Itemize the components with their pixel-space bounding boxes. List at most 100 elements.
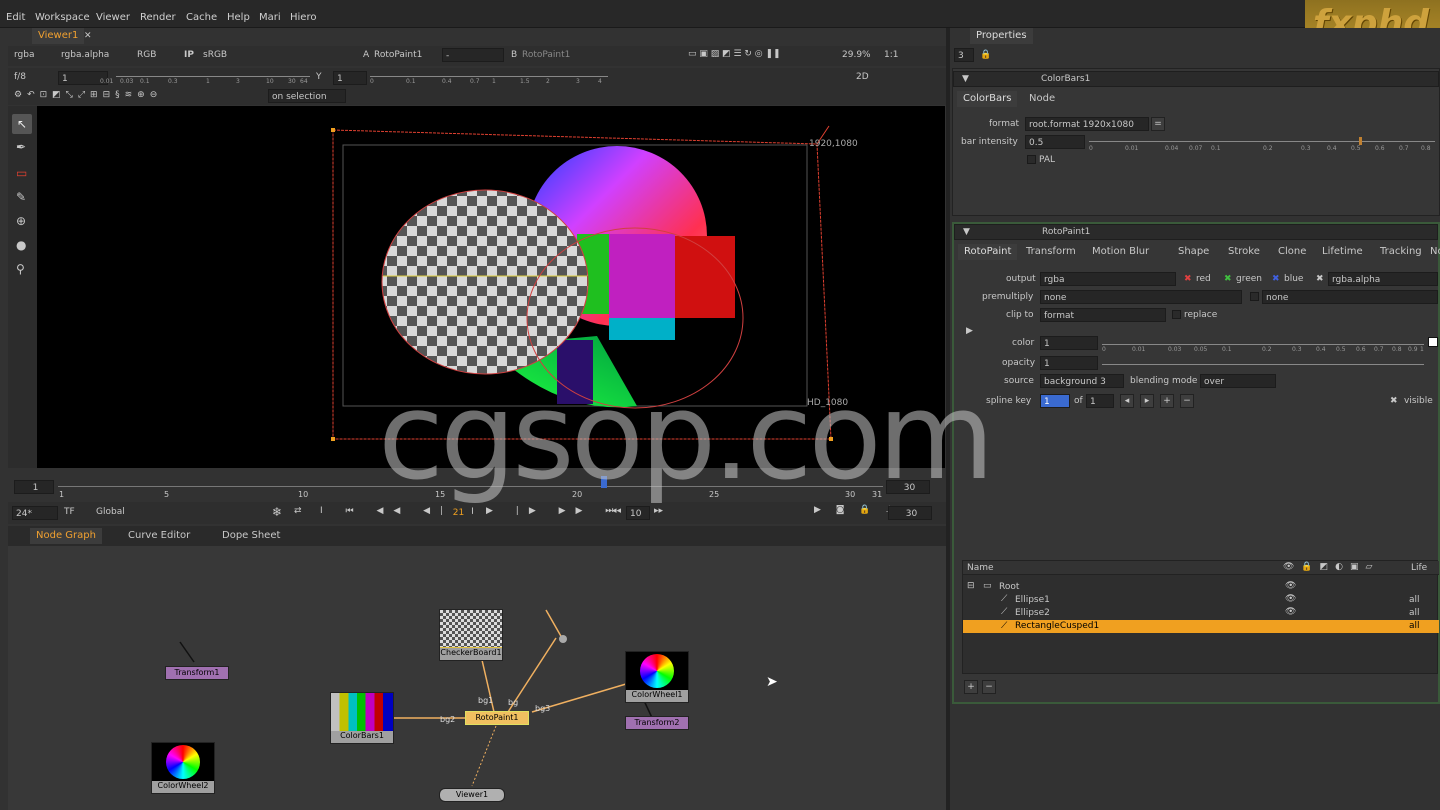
color-swatch[interactable] [1428,337,1438,347]
rectangle-tool-icon[interactable]: ▭ [16,166,27,180]
opacity-slider[interactable] [1102,364,1424,365]
gain-slider[interactable] [116,76,310,77]
tab-tracking[interactable]: Tracking [1374,244,1428,260]
menu-workspace[interactable]: Workspace [35,12,90,23]
remove-layer-button[interactable]: − [982,680,996,694]
node-colorbars1[interactable]: ColorBars1 [330,692,394,744]
current-frame-field[interactable]: 21 [442,506,472,520]
input-a-select[interactable]: RotoPaint1 [374,50,422,60]
end-frame-field[interactable]: 30 [888,506,932,520]
spline-key-field[interactable]: 1 [1040,394,1070,408]
close-icon[interactable]: ✕ [84,31,92,41]
select-tool-icon[interactable]: ↖ [12,114,32,134]
blur-tool-icon[interactable]: ● [16,238,26,252]
dodge-tool-icon[interactable]: ⚲ [16,262,25,276]
node-viewer1[interactable]: Viewer1 [439,788,505,802]
tab-transform[interactable]: Transform [1020,244,1082,260]
prev-key-icon[interactable]: ◂ [1120,394,1134,408]
source-select[interactable]: background 3 [1040,374,1124,388]
step-back-icon[interactable]: ◂◂ [612,506,621,516]
tab-stroke[interactable]: Stroke [1222,244,1266,260]
roto-tool-icons[interactable]: ⚙↶⊡◩⤡⤢⊞⊟§≋⊕⊖ [14,90,162,100]
eye-icon[interactable]: 👁 [1285,607,1296,617]
node-colorwheel1[interactable]: ColorWheel1 [625,651,689,703]
node-name-field[interactable]: ColorBars1 [1038,72,1338,86]
on-selection-select[interactable]: on selection [268,89,346,103]
loop-icon[interactable]: ⇄ [294,506,302,516]
blending-mode-select[interactable]: over [1200,374,1276,388]
fstop-label[interactable]: f/8 [14,72,26,82]
layer-row-rectanglecusped1[interactable]: ⟋ RectangleCusped1 all [963,620,1439,633]
node-checkerboard1[interactable]: CheckerBoard1 [439,609,503,661]
pal-checkbox[interactable] [1027,155,1036,164]
opacity-field[interactable]: 1 [1040,356,1098,370]
tab-node[interactable]: Node [1023,91,1061,107]
gamma-slider[interactable] [370,76,608,77]
green-check-icon[interactable]: ✖ [1224,274,1232,284]
step-field[interactable]: 10 [626,506,650,520]
tf-select[interactable]: TF [64,507,75,517]
tab-motion-blur[interactable]: Motion Blur [1086,244,1155,260]
node-colorwheel2[interactable]: ColorWheel2 [151,742,215,794]
tab-dope-sheet[interactable]: Dope Sheet [216,528,286,544]
tab-curve-editor[interactable]: Curve Editor [122,528,196,544]
alpha-select[interactable]: rgba.alpha [1328,272,1438,286]
ratio-select[interactable]: 1:1 [884,50,898,60]
global-select[interactable]: Global [96,507,125,517]
premultiply-select[interactable]: none [1040,290,1242,304]
tab-rotopaint[interactable]: RotoPaint [958,244,1018,260]
menu-hiero[interactable]: Hiero [290,12,316,23]
snowflake-icon[interactable]: ❄ [272,505,282,519]
brush-tool-icon[interactable]: ✎ [16,190,26,204]
node-name-field[interactable]: RotoPaint1 [1039,225,1339,239]
menu-viewer[interactable]: Viewer [96,12,130,23]
tab-node-graph[interactable]: Node Graph [30,528,102,544]
color-field[interactable]: 1 [1040,336,1098,350]
premultiply-invert-checkbox[interactable] [1250,292,1259,301]
channels-select[interactable]: rgba [14,50,34,60]
output-select[interactable]: rgba [1040,272,1176,286]
ip-button[interactable]: IP [184,50,194,60]
tab-colorbars[interactable]: ColorBars [957,91,1018,107]
node-transform2[interactable]: Transform2 [625,716,689,730]
gamma-field[interactable]: 1 [333,71,367,85]
remove-key-icon[interactable]: − [1180,394,1194,408]
layer-row-ellipse2[interactable]: ⟋ Ellipse2 👁 all [963,607,1439,619]
colorspace-select[interactable]: RGB [137,50,156,60]
menu-edit[interactable]: Edit [6,12,25,23]
alpha-check-icon[interactable]: ✖ [1316,274,1324,284]
pen-tool-icon[interactable]: ✒ [16,140,26,154]
node-graph[interactable]: Transform1 CheckerBoard1 ColorWheel1 Tra… [8,546,946,810]
layer-row-root[interactable]: ⊟ ▭ Root 👁 [963,581,1439,593]
format-edit-button[interactable]: = [1151,117,1165,131]
tab-shape[interactable]: Shape [1172,244,1215,260]
red-check-icon[interactable]: ✖ [1184,274,1192,284]
input-b-select[interactable]: RotoPaint1 [522,50,570,60]
slider-handle[interactable] [1359,137,1362,145]
eye-icon[interactable]: 👁 [1285,581,1296,591]
menu-mari[interactable]: Mari [259,12,281,23]
lock-icon[interactable]: 🔒 [980,50,991,60]
menu-cache[interactable]: Cache [186,12,217,23]
collapse-icon[interactable]: ▼ [962,74,969,84]
tab-clone[interactable]: Clone [1272,244,1312,260]
replace-checkbox[interactable] [1172,310,1181,319]
tab-viewer1[interactable]: Viewer1 [32,28,85,44]
range-start-field[interactable]: 1 [14,480,54,494]
tab-lifetime[interactable]: Lifetime [1316,244,1369,260]
next-key-icon[interactable]: ▸ [1140,394,1154,408]
step-fwd-icon[interactable]: ▸▸ [654,506,663,516]
compare-mode-select[interactable]: - [442,48,504,62]
fps-select[interactable]: 24* [12,506,58,520]
expand-arrow-icon[interactable]: ▶ [966,326,973,336]
menu-render[interactable]: Render [140,12,176,23]
layer-row-ellipse1[interactable]: ⟋ Ellipse1 👁 all [963,594,1439,606]
alpha-select[interactable]: rgba.alpha [61,50,109,60]
node-transform1[interactable]: Transform1 [165,666,229,680]
menu-help[interactable]: Help [227,12,250,23]
visible-check-icon[interactable]: ✖ [1390,396,1398,406]
node-rotopaint1[interactable]: RotoPaint1 [465,711,529,725]
blue-check-icon[interactable]: ✖ [1272,274,1280,284]
add-key-icon[interactable]: + [1160,394,1174,408]
viewer-icons[interactable]: ▭ ▣ ▨ ◩ ☰ ↻ ◎ ❚❚ [688,49,781,59]
